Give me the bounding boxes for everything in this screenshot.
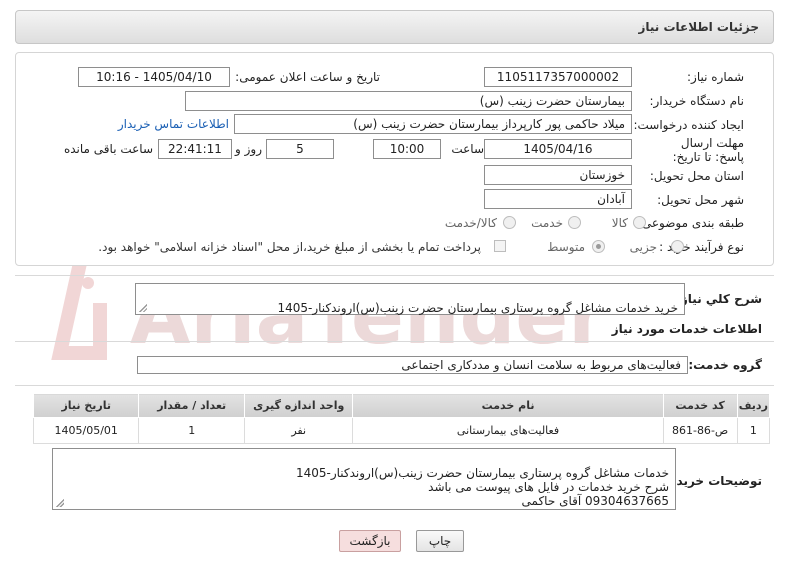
col-qty-header: تعداد / مقدار [138,393,245,418]
requester-field[interactable]: میلاد حاکمی پور کارپرداز بیمارستان حضرت … [234,114,632,134]
purchase-medium-label: متوسط [547,240,585,254]
purchase-minor-radio[interactable] [671,240,684,253]
remaining-label: ساعت باقی مانده [63,142,153,156]
deadline-date-field[interactable]: 1405/04/16 [484,139,632,159]
category-goods-service-label: کالا/خدمت [444,216,497,230]
resize-grip-icon[interactable] [55,498,64,507]
services-table: ردیف کد خدمت نام خدمت واحد اندازه گیری ت… [32,393,771,444]
cell-qty: 1 [138,417,245,444]
col-date-header: تاریخ نیاز [32,393,140,418]
cell-row: 1 [736,417,771,444]
province-field[interactable]: خوزستان [484,165,632,185]
print-button[interactable]: چاپ [416,530,464,552]
need-number-label: شماره نیاز: [687,70,744,84]
category-goods-radio[interactable] [633,216,646,229]
city-field[interactable]: آبادان [484,189,632,209]
cell-code: ص-86-861 [662,417,738,444]
service-group-label: گروه خدمت: [688,358,762,372]
table-row[interactable]: 1 ص-86-861 فعالیت‌های بیمارستانی نفر 1 1… [32,417,771,444]
resize-grip-icon[interactable] [138,303,147,312]
buyer-org-label: نام دستگاه خریدار: [649,94,745,108]
remaining-time-field[interactable]: 22:41:11 [158,139,232,159]
divider [15,275,774,276]
category-goods-service-radio[interactable] [503,216,516,229]
divider [15,385,774,386]
buyer-notes-textarea[interactable]: خدمات مشاغل گروه پرستاری بیمارستان حضرت … [52,448,676,510]
contact-info-link[interactable]: اطلاعات تماس خریدار [118,117,229,131]
need-number-field[interactable]: 1105117357000002 [484,67,632,87]
category-service-label: خدمت [531,216,563,230]
purchase-medium-radio[interactable] [592,240,605,253]
buyer-notes-text: خدمات مشاغل گروه پرستاری بیمارستان حضرت … [295,466,669,508]
services-section-title: اطلاعات خدمات مورد نیاز [611,322,762,336]
col-name-header: نام خدمت [352,393,664,418]
announce-label: تاریخ و ساعت اعلان عمومی: [235,70,380,84]
purchase-minor-label: جزیی [629,240,657,254]
deadline-label: مهلت ارسال پاسخ: تا تاریخ: [672,136,744,164]
back-button[interactable]: بازگشت [339,530,401,552]
days-label: روز و [235,142,262,156]
summary-text: خرید خدمات مشاغل گروه پرستاری بیمارستان … [277,301,678,315]
days-field[interactable]: 5 [266,139,334,159]
divider [15,341,774,342]
deadline-time-field[interactable]: 10:00 [373,139,441,159]
service-group-field[interactable]: فعالیت‌های مربوط به سلامت انسان و مددکار… [137,356,688,374]
table-header-row: ردیف کد خدمت نام خدمت واحد اندازه گیری ت… [32,393,771,418]
city-label: شهر محل تحویل: [657,193,744,207]
payment-note: پرداخت تمام یا بخشی از مبلغ خرید،از محل … [98,240,481,254]
col-code-header: کد خدمت [662,393,738,418]
announce-field[interactable]: 1405/04/10 - 10:16 [78,67,230,87]
buyer-org-field[interactable]: بیمارستان حضرت زینب (س) [185,91,632,111]
category-goods-label: کالا [611,216,628,230]
col-unit-header: واحد اندازه گیری [243,393,354,418]
requester-label: ایجاد کننده درخواست: [633,118,744,132]
deadline-time-label: ساعت [451,142,484,156]
cell-date: 1405/05/01 [32,417,140,444]
category-label: طبقه بندی موضوعی: [637,216,744,230]
category-service-radio[interactable] [568,216,581,229]
cell-unit: نفر [243,417,354,444]
header-bar: جزئیات اطلاعات نیاز [15,10,774,44]
province-label: استان محل تحویل: [649,169,744,183]
col-row-header: ردیف [736,393,771,418]
page-title: جزئیات اطلاعات نیاز [638,20,759,34]
summary-label: شرح كلي نياز: [676,292,762,306]
treasury-payment-checkbox[interactable] [494,240,506,252]
cell-name: فعالیت‌های بیمارستانی [352,417,664,444]
summary-textarea[interactable]: خرید خدمات مشاغل گروه پرستاری بیمارستان … [135,283,685,315]
